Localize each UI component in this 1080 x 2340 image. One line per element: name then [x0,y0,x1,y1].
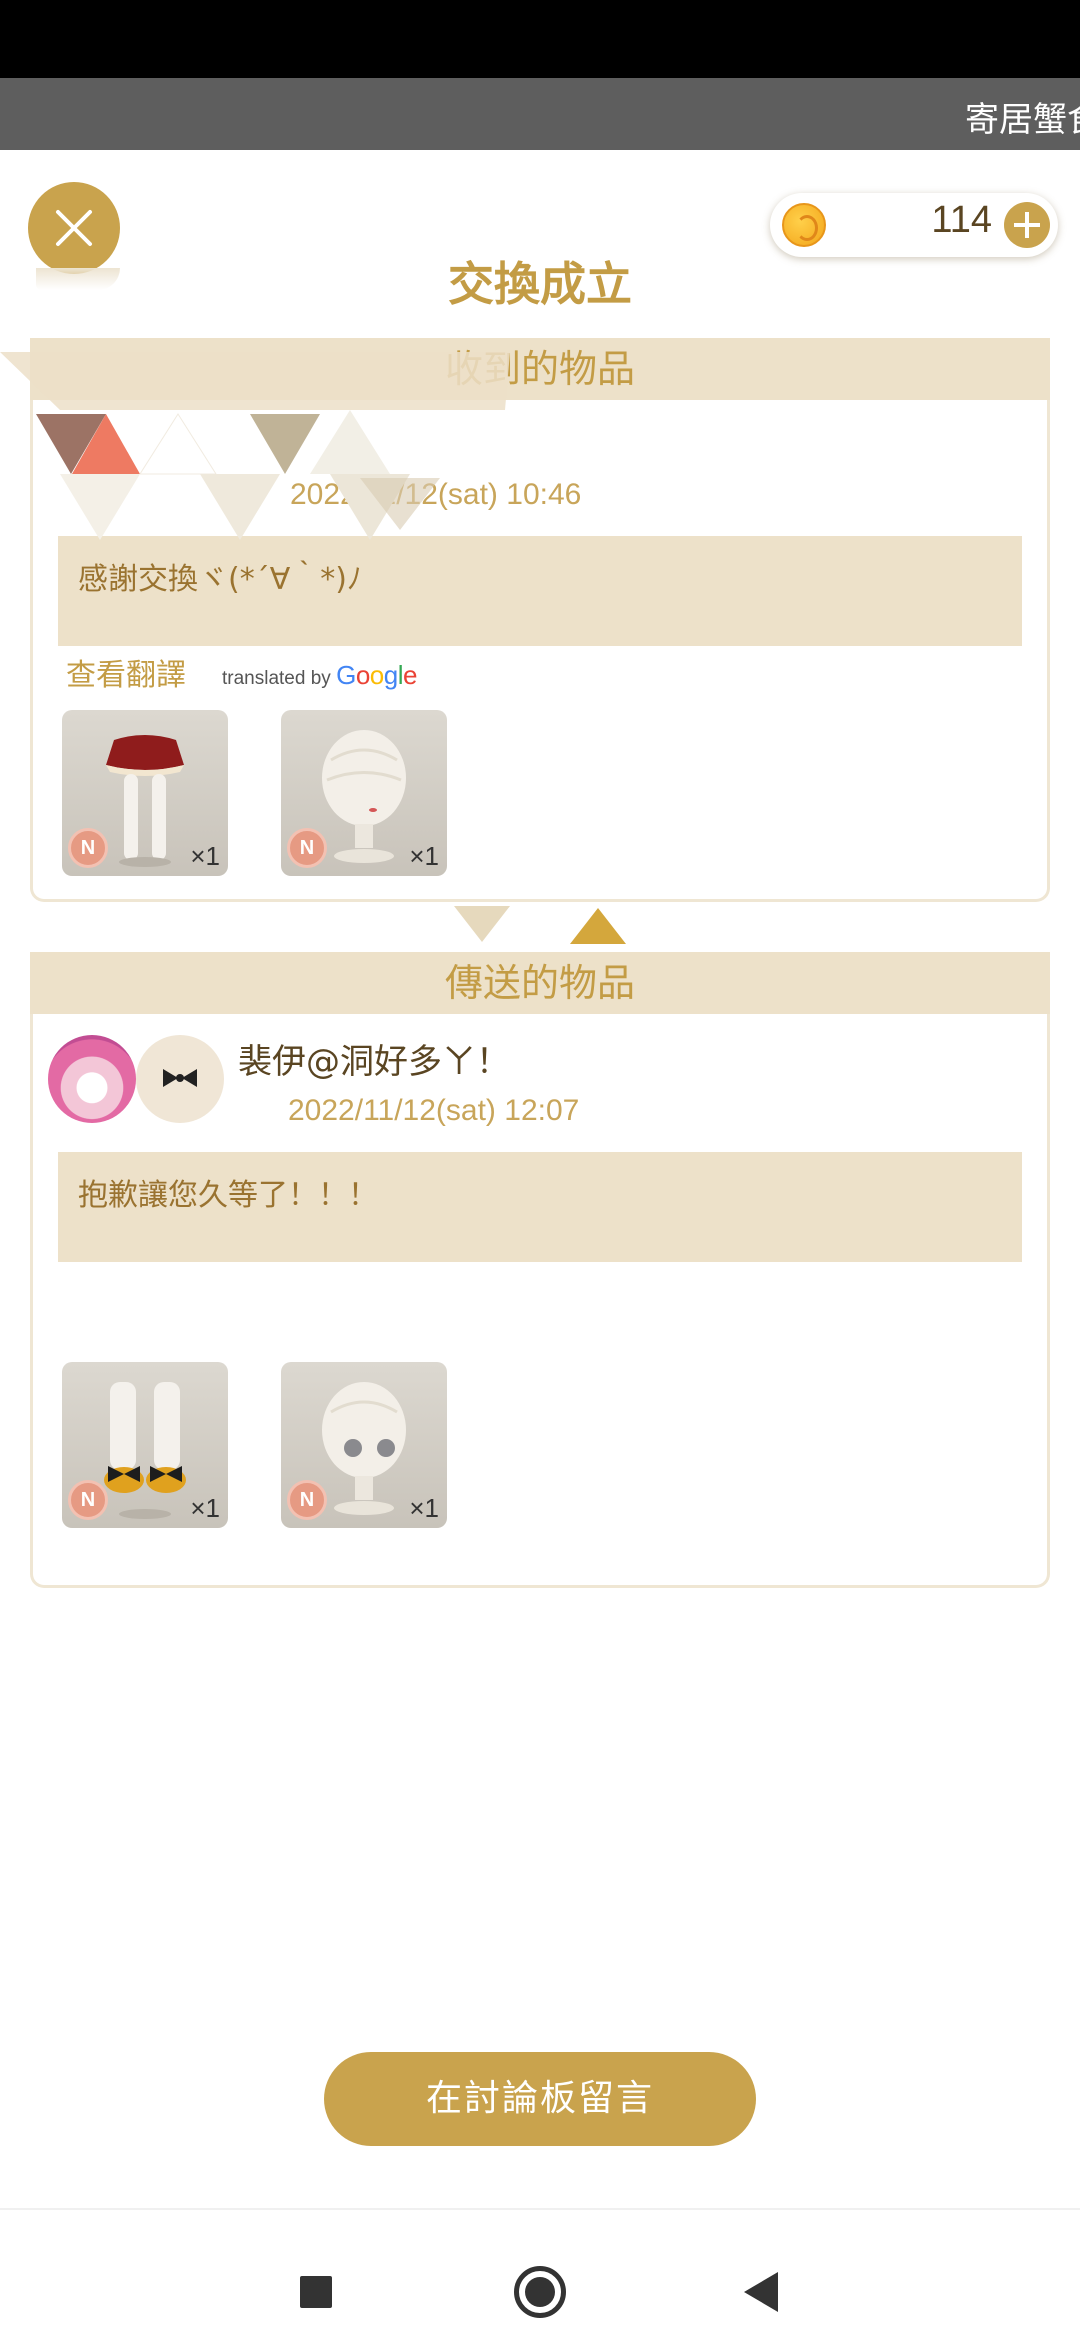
system-nav-bar [0,2208,1080,2340]
coin-icon [782,203,826,247]
sender-name: 裴伊@洞好多ㄚ！ [238,1042,510,1082]
back-icon[interactable] [744,2272,778,2312]
ticker-text: 寄居蟹食 [965,100,1080,140]
add-coins-button[interactable] [1004,202,1050,248]
confetti-decoration [0,352,510,540]
rarity-badge: N [68,828,108,868]
bow-icon [163,1069,197,1087]
exchange-arrow-up-icon [570,908,626,944]
translated-by-text: translated by [222,668,331,689]
received-item-1[interactable]: N ×1 [62,710,228,876]
home-icon[interactable] [514,2266,566,2318]
rarity-badge: N [287,828,327,868]
coin-value: 114 [931,199,992,241]
translated-by-label: translated by Google [222,660,417,691]
sent-item-1[interactable]: N ×1 [62,1362,228,1528]
close-icon [56,210,92,246]
item-quantity: ×1 [409,841,439,871]
rarity-badge: N [68,1480,108,1520]
google-logo: Google [336,660,417,690]
announcement-ticker: 寄居蟹食 [0,78,1080,150]
sender-pet-avatar[interactable] [136,1035,224,1123]
sent-message: 抱歉讓您久等了！！！ [58,1152,1022,1262]
view-translation-link[interactable]: 查看翻譯 [66,650,186,694]
sender-avatar[interactable] [48,1035,136,1123]
sent-item-2[interactable]: N ×1 [281,1362,447,1528]
item-quantity: ×1 [409,1493,439,1523]
page-title: 交換成立 [448,257,632,311]
item-quantity: ×1 [190,1493,220,1523]
recent-apps-icon[interactable] [300,2276,332,2308]
leave-message-on-forum-button[interactable]: 在討論板留言 [324,2052,756,2146]
sent-time: 2022/11/12(sat) 12:07 [288,1094,580,1127]
item-quantity: ×1 [190,841,220,871]
received-message: 感謝交換ヾ(*´∀｀*)ﾉ [58,536,1022,646]
sent-items-header: 傳送的物品 [30,952,1050,1014]
exchange-arrow-down-icon [454,906,510,942]
received-item-2[interactable]: N ×1 [281,710,447,876]
rarity-badge: N [287,1480,327,1520]
status-bar [0,0,1080,78]
